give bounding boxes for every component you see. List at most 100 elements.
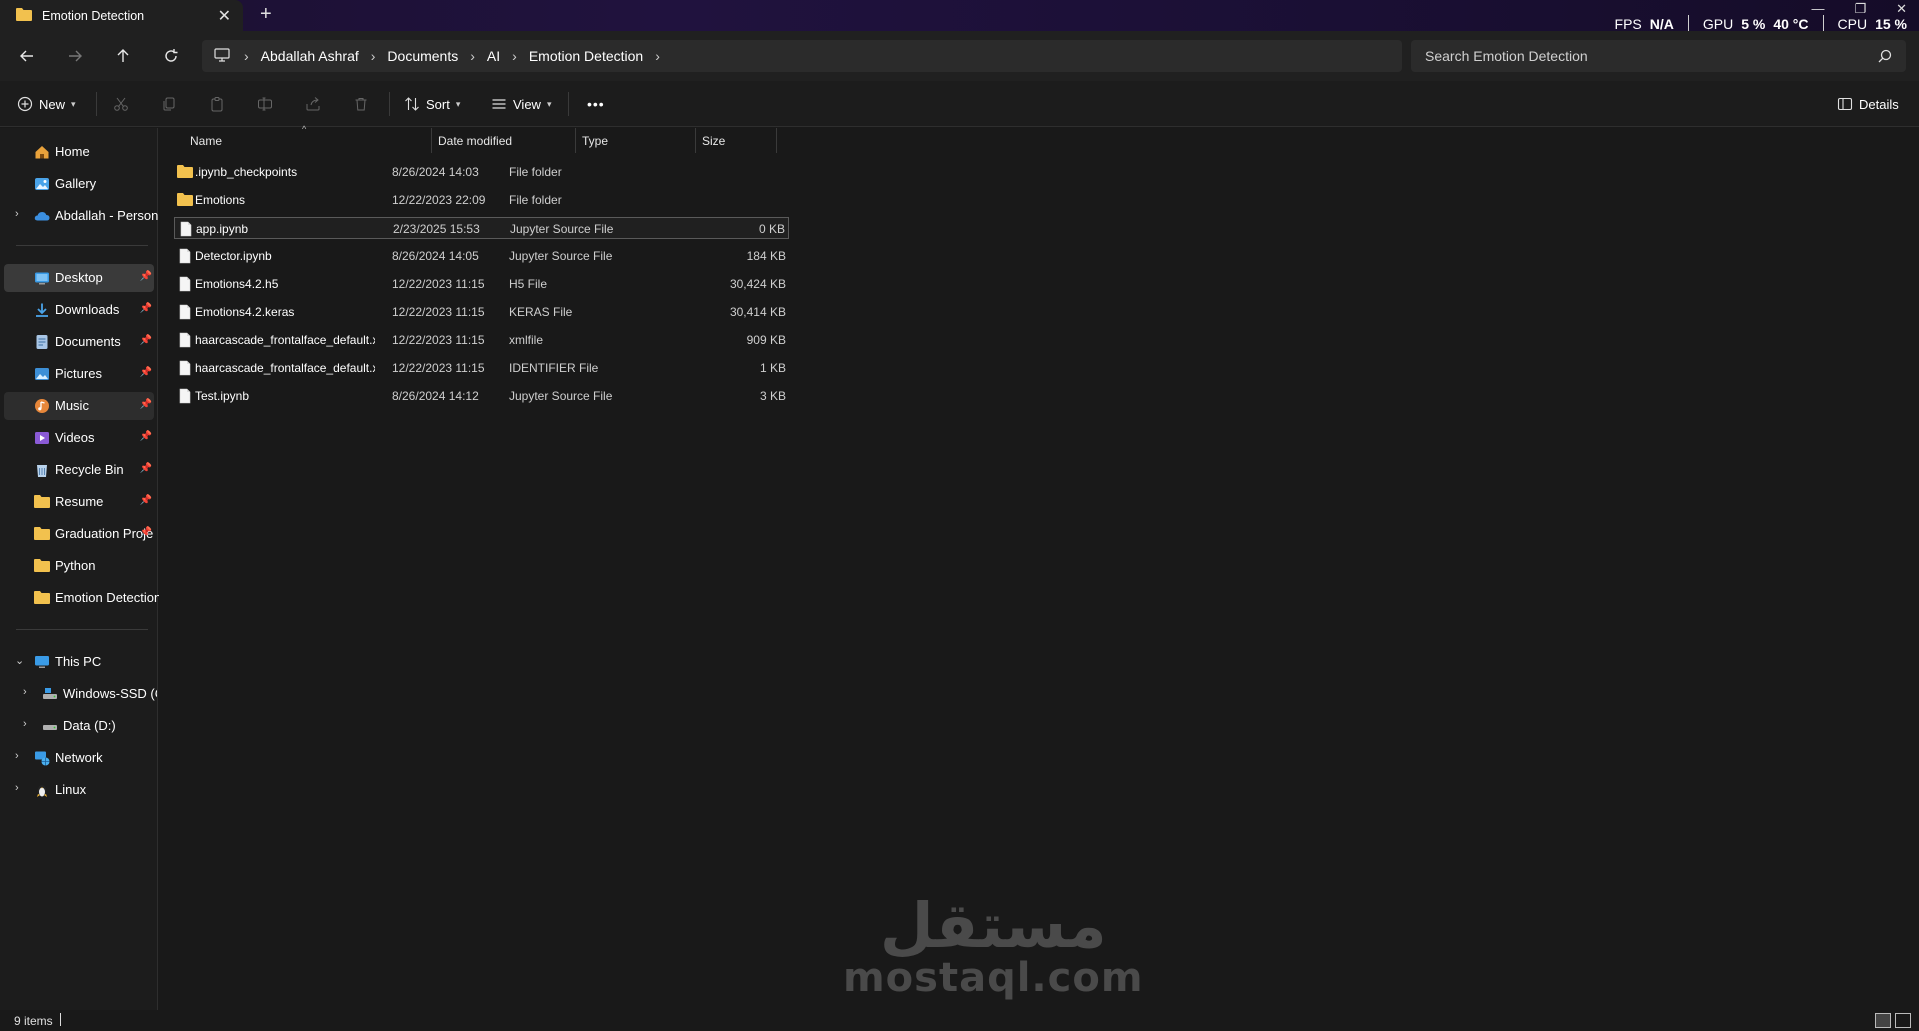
file-row[interactable]: haarcascade_frontalface_default.xml:Zo..…	[174, 357, 789, 379]
sidebar-item-resume[interactable]: Resume 📌	[4, 488, 154, 516]
pin-icon[interactable]: 📌	[140, 399, 152, 410]
trash-icon	[355, 98, 367, 111]
file-row[interactable]: Detector.ipynb 8/26/2024 14:05 Jupyter Sou…	[174, 245, 789, 267]
sidebar-item-emotion-detection[interactable]: Emotion Detection	[4, 584, 159, 612]
column-divider[interactable]	[776, 128, 777, 153]
breadcrumb-emotion-detection[interactable]: Emotion Detection	[529, 48, 643, 64]
file-row[interactable]: Emotions4.2.h5 12/22/2023 11:15 H5 File 30,…	[174, 273, 789, 295]
forward-button[interactable]	[62, 43, 88, 69]
sidebar-divider	[16, 245, 148, 246]
refresh-button[interactable]	[158, 43, 184, 69]
search-box[interactable]	[1411, 40, 1906, 72]
chevron-right-icon[interactable]: ›	[512, 48, 517, 64]
sidebar-item-graduation-project[interactable]: Graduation Proje 📌	[4, 520, 154, 548]
navigation-bar: › Abdallah Ashraf › Documents › AI › Emo…	[0, 31, 1919, 81]
column-divider[interactable]	[575, 128, 576, 153]
file-type: Jupyter Source File	[509, 389, 613, 403]
column-divider[interactable]	[695, 128, 696, 153]
file-row[interactable]: Test.ipynb 8/26/2024 14:12 Jupyter Source …	[174, 385, 789, 407]
sidebar-item-python[interactable]: Python	[4, 552, 154, 580]
share-button[interactable]	[305, 92, 321, 116]
pin-icon[interactable]: 📌	[140, 271, 152, 282]
paste-button[interactable]	[209, 92, 225, 116]
breadcrumb-documents[interactable]: Documents	[387, 48, 458, 64]
chevron-right-icon[interactable]: ›	[15, 750, 19, 762]
file-row[interactable]: Emotions 12/22/2023 22:09 File folder	[174, 189, 789, 211]
file-row[interactable]: haarcascade_frontalface_default.xml 12/22…	[174, 329, 789, 351]
sidebar-item-music[interactable]: Music 📌	[4, 392, 154, 420]
sidebar-item-onedrive[interactable]: › Abdallah - Persona	[4, 202, 159, 230]
search-icon[interactable]	[1878, 49, 1892, 66]
details-pane-button[interactable]: Details	[1837, 92, 1899, 116]
tiles-view-icon[interactable]	[1895, 1013, 1911, 1028]
clipboard-icon	[211, 97, 223, 112]
column-header-name[interactable]: Name	[190, 128, 222, 153]
pin-icon[interactable]: 📌	[140, 463, 152, 474]
sort-button[interactable]: Sort ▾	[404, 92, 460, 116]
sidebar-item-gallery[interactable]: Gallery	[4, 170, 154, 198]
file-row[interactable]: .ipynb_checkpoints 8/26/2024 14:03 File fo…	[174, 161, 789, 183]
chevron-right-icon[interactable]: ›	[15, 782, 19, 794]
chevron-right-icon[interactable]: ›	[371, 48, 376, 64]
linux-icon	[34, 782, 50, 798]
search-input[interactable]	[1425, 48, 1865, 64]
column-header-type[interactable]: Type	[582, 128, 608, 153]
chevron-right-icon[interactable]: ›	[655, 48, 660, 64]
chevron-down-icon[interactable]: ⌄	[15, 654, 24, 667]
details-view-icon[interactable]	[1875, 1013, 1891, 1028]
pin-icon[interactable]: 📌	[140, 431, 152, 442]
pin-icon[interactable]: 📌	[140, 495, 152, 506]
this-pc-icon[interactable]	[214, 47, 230, 65]
rename-button[interactable]	[257, 92, 273, 116]
close-tab-icon[interactable]: ✕	[218, 6, 231, 26]
column-divider[interactable]	[431, 128, 432, 153]
file-name: Emotions	[195, 193, 246, 207]
view-button[interactable]: View ▾	[491, 92, 551, 116]
file-icon	[177, 332, 193, 348]
sidebar-item-this-pc[interactable]: ⌄ This PC	[4, 648, 154, 676]
sidebar-item-videos[interactable]: Videos 📌	[4, 424, 154, 452]
breadcrumb-user[interactable]: Abdallah Ashraf	[261, 48, 359, 64]
cut-button[interactable]	[113, 92, 129, 116]
file-size: 184 KB	[746, 249, 786, 263]
breadcrumb-ai[interactable]: AI	[487, 48, 500, 64]
pin-icon[interactable]: 📌	[140, 367, 152, 378]
new-button[interactable]: New ▾	[17, 92, 76, 116]
chevron-right-icon[interactable]: ›	[23, 686, 27, 698]
copy-button[interactable]	[161, 92, 177, 116]
sidebar-item-recycle-bin[interactable]: Recycle Bin 📌	[4, 456, 154, 484]
sidebar-item-documents[interactable]: Documents 📌	[4, 328, 154, 356]
file-row[interactable]: app.ipynb 2/23/2025 15:53 Jupyter Source F…	[174, 217, 789, 239]
up-button[interactable]	[110, 43, 136, 69]
pin-icon[interactable]: 📌	[140, 303, 152, 314]
file-date-modified: 8/26/2024 14:05	[392, 249, 479, 263]
sidebar-item-desktop[interactable]: Desktop 📌	[4, 264, 154, 292]
pin-icon[interactable]: 📌	[140, 335, 152, 346]
address-bar[interactable]: › Abdallah Ashraf › Documents › AI › Emo…	[202, 40, 1402, 72]
file-size: 0 KB	[758, 222, 785, 236]
pin-icon[interactable]: 📌	[140, 527, 152, 538]
chevron-right-icon[interactable]: ›	[244, 48, 249, 64]
sidebar-item-home[interactable]: Home	[4, 138, 154, 166]
sidebar-item-linux[interactable]: › Linux	[4, 776, 154, 804]
chevron-right-icon[interactable]: ›	[23, 718, 27, 730]
tab-emotion-detection[interactable]: Emotion Detection ✕	[0, 0, 243, 31]
new-tab-button[interactable]: +	[260, 3, 272, 26]
sidebar-item-downloads[interactable]: Downloads 📌	[4, 296, 154, 324]
plus-circle-icon	[17, 96, 33, 112]
navigation-pane: Home Gallery › Abdallah - Persona Deskto…	[0, 128, 159, 1010]
documents-icon	[34, 334, 50, 350]
delete-button[interactable]	[353, 92, 369, 116]
file-date-modified: 12/22/2023 11:15	[392, 277, 485, 291]
column-header-size[interactable]: Size	[702, 128, 725, 153]
chevron-right-icon[interactable]: ›	[15, 208, 19, 220]
more-options-button[interactable]: •••	[587, 92, 605, 116]
sidebar-item-drive-d[interactable]: › Data (D:)	[4, 712, 154, 740]
back-button[interactable]	[14, 43, 40, 69]
file-row[interactable]: Emotions4.2.keras 12/22/2023 11:15 KERAS F…	[174, 301, 789, 323]
sidebar-item-drive-c[interactable]: › Windows-SSD (C:	[4, 680, 157, 708]
column-header-date-modified[interactable]: Date modified	[438, 128, 512, 153]
chevron-right-icon[interactable]: ›	[470, 48, 475, 64]
sidebar-item-pictures[interactable]: Pictures 📌	[4, 360, 154, 388]
sidebar-item-network[interactable]: › Network	[4, 744, 154, 772]
